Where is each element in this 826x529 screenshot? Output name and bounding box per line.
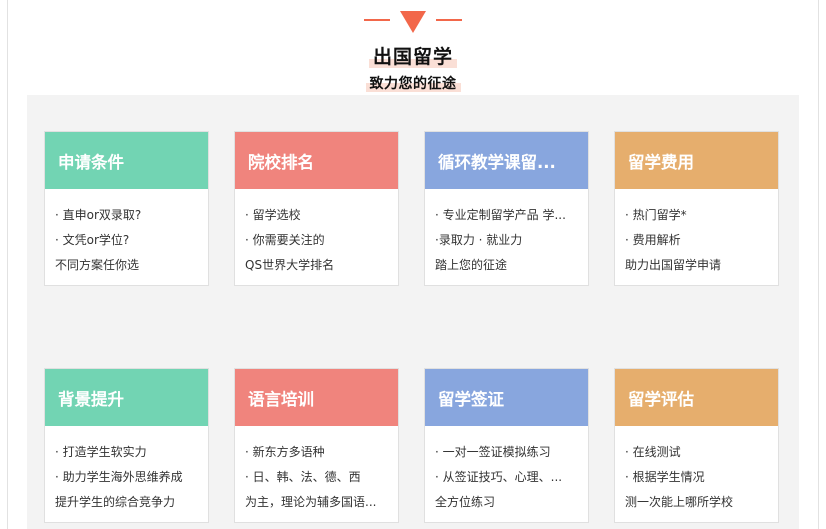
- service-card-body: · 留学选校 · 你需要关注的 QS世界大学排名: [235, 189, 398, 278]
- service-card-line: · 助力学生海外思维养成: [55, 470, 183, 484]
- triangle-down-icon: [400, 11, 426, 33]
- service-card-body: · 新东方多语种 · 日、韩、法、德、西为主，理论为辅多国语...: [235, 426, 398, 515]
- service-card-background-improvement[interactable]: 背景提升 · 打造学生软实力 · 助力学生海外思维养成 提升学生的综合竞争力: [44, 368, 209, 523]
- service-card-line: QS世界大学排名: [245, 258, 335, 272]
- service-card-title[interactable]: 申请条件: [45, 132, 208, 189]
- service-card-line: · 一对一签证模拟练习: [435, 445, 551, 459]
- service-card-line: 为主，理论为辅多国语...: [245, 495, 377, 509]
- service-card-line: · 从签证技巧、心理、...: [435, 470, 563, 484]
- service-card-line: 全方位练习: [435, 495, 496, 509]
- service-card-line: · 专业定制留学产品 学...: [435, 208, 566, 222]
- service-card-line: · 留学选校: [245, 208, 301, 222]
- service-card-body: · 打造学生软实力 · 助力学生海外思维养成 提升学生的综合竞争力: [45, 426, 208, 515]
- service-card-line: · 文凭or学位?: [55, 233, 130, 247]
- service-card-body: · 在线测试 · 根据学生情况测一次能上哪所学校: [615, 426, 778, 515]
- service-card-title[interactable]: 语言培训: [235, 369, 398, 426]
- service-card-line: 不同方案任你选: [55, 258, 140, 272]
- section-subtitle-container: 致力您的征途: [0, 73, 826, 93]
- service-card-line: 助力出国留学申请: [625, 258, 722, 272]
- title-decoration-line-left: [364, 19, 390, 21]
- service-card-line: · 打造学生软实力: [55, 445, 147, 459]
- service-card-line: · 你需要关注的: [245, 233, 325, 247]
- services-panel: 申请条件 · 直申or双录取? · 文凭or学位? 不同方案任你选 院校排名 · 留学选校…: [27, 95, 799, 529]
- service-card-application-requirements[interactable]: 申请条件 · 直申or双录取? · 文凭or学位? 不同方案任你选: [44, 131, 209, 286]
- service-card-title[interactable]: 循环教学课留...: [425, 132, 588, 189]
- service-card-title[interactable]: 院校排名: [235, 132, 398, 189]
- service-card-line: ·录取力 · 就业力: [435, 233, 523, 247]
- service-card-line: 提升学生的综合竞争力: [55, 495, 176, 509]
- service-card-line: · 热门留学*: [625, 208, 687, 222]
- service-card-study-abroad-costs[interactable]: 留学费用 · 热门留学* · 费用解析助力出国留学申请: [614, 131, 779, 286]
- service-card-line: · 直申or双录取?: [55, 208, 142, 222]
- service-card-line: · 新东方多语种: [245, 445, 325, 459]
- service-card-title[interactable]: 留学评估: [615, 369, 778, 426]
- service-card-line: · 在线测试: [625, 445, 681, 459]
- service-card-study-assessment[interactable]: 留学评估 · 在线测试 · 根据学生情况测一次能上哪所学校: [614, 368, 779, 523]
- section-subtitle: 致力您的征途: [365, 73, 461, 93]
- service-card-line: 踏上您的征途: [435, 258, 508, 272]
- service-card-line: 测一次能上哪所学校: [625, 495, 734, 509]
- service-card-school-ranking[interactable]: 院校排名 · 留学选校 · 你需要关注的 QS世界大学排名: [234, 131, 399, 286]
- service-card-body: · 一对一签证模拟练习 · 从签证技巧、心理、... 全方位练习: [425, 426, 588, 515]
- service-card-line: · 根据学生情况: [625, 470, 705, 484]
- service-card-title[interactable]: 背景提升: [45, 369, 208, 426]
- service-card-cycle-teaching[interactable]: 循环教学课留... · 专业定制留学产品 学... ·录取力 · 就业力 踏上您的征途: [424, 131, 589, 286]
- service-card-line: · 费用解析: [625, 233, 681, 247]
- service-card-title[interactable]: 留学签证: [425, 369, 588, 426]
- section-title-container: 出国留学: [0, 42, 826, 69]
- service-card-body: · 直申or双录取? · 文凭or学位? 不同方案任你选: [45, 189, 208, 278]
- service-card-title[interactable]: 留学费用: [615, 132, 778, 189]
- service-card-study-visa[interactable]: 留学签证 · 一对一签证模拟练习 · 从签证技巧、心理、... 全方位练习: [424, 368, 589, 523]
- service-card-language-training[interactable]: 语言培训 · 新东方多语种 · 日、韩、法、德、西为主，理论为辅多国语...: [234, 368, 399, 523]
- section-title: 出国留学: [368, 42, 458, 69]
- service-card-body: · 专业定制留学产品 学... ·录取力 · 就业力 踏上您的征途: [425, 189, 588, 278]
- service-card-body: · 热门留学* · 费用解析助力出国留学申请: [615, 189, 778, 278]
- title-decoration-line-right: [436, 19, 462, 21]
- service-card-line: · 日、韩、法、德、西: [245, 470, 361, 484]
